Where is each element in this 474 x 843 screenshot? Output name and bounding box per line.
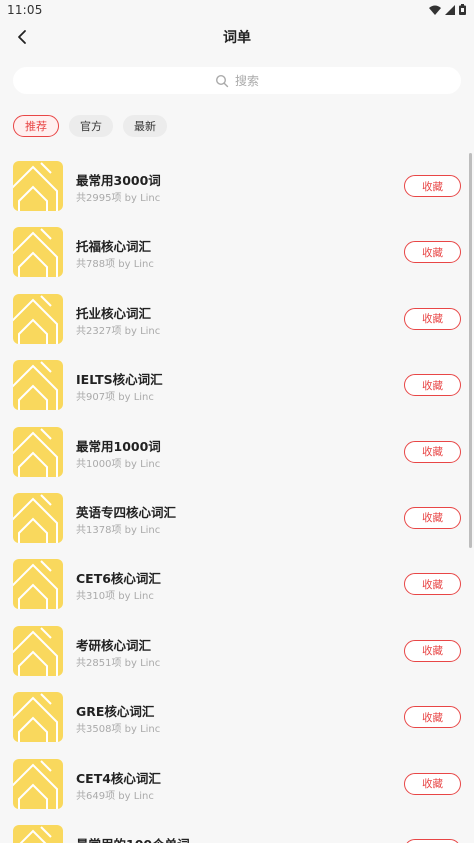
collect-button[interactable]: 收藏 xyxy=(404,440,461,463)
wordlist-subtitle: 共907项 by Linc xyxy=(76,392,154,404)
wordlist-title: 最常用的100个单词 xyxy=(76,834,190,843)
wordlist-subtitle: 共649项 by Linc xyxy=(76,790,154,802)
wordlist-subtitle: 共3508项 by Linc xyxy=(76,724,161,736)
wordlist-subtitle: 共2995项 by Linc xyxy=(76,193,161,204)
list-item[interactable]: CET6核心词汇 共310项 by Linc 收藏 xyxy=(0,551,474,617)
wordlist-title: 最常用3000词 xyxy=(76,173,161,188)
wifi-icon xyxy=(429,5,441,15)
collect-button[interactable]: 收藏 xyxy=(404,706,461,729)
wordlist-cover-icon xyxy=(13,426,63,477)
list-item[interactable]: GRE核心词汇 共3508项 by Linc 收藏 xyxy=(0,684,474,750)
collect-button[interactable]: 收藏 xyxy=(404,374,461,397)
list-item[interactable]: 最常用3000词 共2995项 by Linc 收藏 xyxy=(0,153,474,219)
filter-chip-latest[interactable]: 最新 xyxy=(123,115,167,137)
filter-chip-recommended[interactable]: 推荐 xyxy=(13,115,59,137)
wordlist-cover-icon xyxy=(13,360,63,411)
wordlist-cover-icon xyxy=(13,625,63,676)
wordlist-title: 最常用1000词 xyxy=(76,438,161,454)
wordlist-title: CET6核心词汇 xyxy=(76,571,161,587)
wordlist-cover-icon xyxy=(13,692,63,743)
wordlist-title: GRE核心词汇 xyxy=(76,704,155,720)
collect-button[interactable]: 收藏 xyxy=(404,506,461,529)
list-item[interactable]: IELTS核心词汇 共907项 by Linc 收藏 xyxy=(0,352,474,418)
page-title: 词单 xyxy=(223,30,251,46)
collect-button[interactable]: 收藏 xyxy=(404,772,461,795)
list-item[interactable]: 托业核心词汇 共2327项 by Linc 收藏 xyxy=(0,286,474,352)
wordlist-title: 托业核心词汇 xyxy=(76,305,152,321)
wordlist-subtitle: 共2327项 by Linc xyxy=(76,325,161,337)
battery-icon xyxy=(459,4,466,15)
wordlist-cover-icon xyxy=(13,293,63,344)
wordlist-cover-icon xyxy=(13,824,63,843)
wordlist-subtitle: 共788项 by Linc xyxy=(76,259,154,271)
list-item[interactable]: 英语专四核心词汇 共1378项 by Linc 收藏 xyxy=(0,485,474,551)
collect-button[interactable]: 收藏 xyxy=(404,175,461,197)
collect-button[interactable]: 收藏 xyxy=(404,639,461,662)
collect-button[interactable]: 收藏 xyxy=(404,307,461,330)
collect-button[interactable]: 收藏 xyxy=(404,241,461,264)
status-time: 11:05 xyxy=(7,3,43,17)
list-item[interactable]: 托福核心词汇 共788项 by Linc 收藏 xyxy=(0,219,474,285)
list-item[interactable]: 考研核心词汇 共2851项 by Linc 收藏 xyxy=(0,618,474,684)
header: 词单 xyxy=(0,22,474,52)
signal-icon xyxy=(445,4,455,15)
search-input[interactable]: 搜索 xyxy=(13,67,461,94)
list-item[interactable]: 最常用1000词 共1000项 by Linc 收藏 xyxy=(0,419,474,485)
wordlist-title: 托福核心词汇 xyxy=(76,239,152,255)
wordlist-cover-icon xyxy=(13,559,63,610)
wordlist-title: 考研核心词汇 xyxy=(76,637,152,653)
list-item[interactable]: CET4核心词汇 共649项 by Linc 收藏 xyxy=(0,751,474,817)
search-placeholder: 搜索 xyxy=(234,74,259,88)
status-bar: 11:05 xyxy=(0,0,474,22)
filter-chip-official[interactable]: 官方 xyxy=(69,115,113,137)
status-icons xyxy=(429,4,466,15)
collect-button[interactable]: 收藏 xyxy=(404,573,461,596)
wordlist-title: 英语专四核心词汇 xyxy=(76,504,177,520)
search-icon xyxy=(215,74,229,87)
wordlist-subtitle: 共1378项 by Linc xyxy=(76,524,161,536)
wordlist-cover-icon xyxy=(13,227,63,278)
wordlist-subtitle: 共2851项 by Linc xyxy=(76,657,161,669)
scrollbar[interactable] xyxy=(469,153,472,548)
wordlist-subtitle: 共1000项 by Linc xyxy=(76,458,161,470)
wordlist-cover-icon xyxy=(13,758,63,809)
wordlist-cover-icon xyxy=(13,492,63,543)
collect-button[interactable]: 收藏 xyxy=(404,838,461,843)
wordlist-cover-icon xyxy=(13,161,63,211)
wordlist-list: 最常用3000词 共2995项 by Linc 收藏 托福核心词汇 共788项 … xyxy=(0,153,474,843)
wordlist-title: IELTS核心词汇 xyxy=(76,372,163,388)
list-item[interactable]: 最常用的100个单词 收藏 xyxy=(0,817,474,843)
wordlist-subtitle: 共310项 by Linc xyxy=(76,591,154,603)
filter-tabs: 推荐 官方 最新 xyxy=(13,115,167,137)
wordlist-title: CET4核心词汇 xyxy=(76,770,161,786)
